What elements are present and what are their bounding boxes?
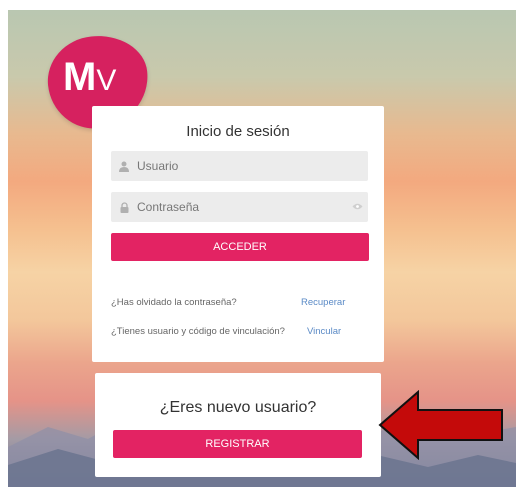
recover-link[interactable]: Recuperar [301, 297, 345, 308]
logo-text: MV [63, 55, 116, 100]
logo-letter-v: V [96, 64, 116, 97]
arrow-pointer-icon [378, 390, 503, 460]
password-field[interactable] [111, 192, 368, 222]
login-card: Inicio de sesión ACCEDER ¿Has olvidado l… [92, 106, 384, 362]
login-button[interactable]: ACCEDER [111, 233, 369, 261]
lock-icon [111, 201, 137, 213]
login-title: Inicio de sesión [186, 123, 290, 140]
password-input[interactable] [137, 200, 346, 214]
eye-icon[interactable] [346, 202, 368, 213]
logo-letter-m: M [63, 55, 96, 99]
username-field[interactable] [111, 151, 368, 181]
register-button[interactable]: REGISTRAR [113, 430, 362, 458]
username-input[interactable] [137, 159, 368, 173]
link-account-text: ¿Tienes usuario y código de vinculación? [111, 326, 285, 337]
link-account-link[interactable]: Vincular [307, 326, 341, 337]
new-user-card: ¿Eres nuevo usuario? REGISTRAR [95, 373, 381, 477]
forgot-password-text: ¿Has olvidado la contraseña? [111, 297, 237, 308]
new-user-title: ¿Eres nuevo usuario? [159, 399, 317, 416]
user-icon [111, 161, 137, 172]
